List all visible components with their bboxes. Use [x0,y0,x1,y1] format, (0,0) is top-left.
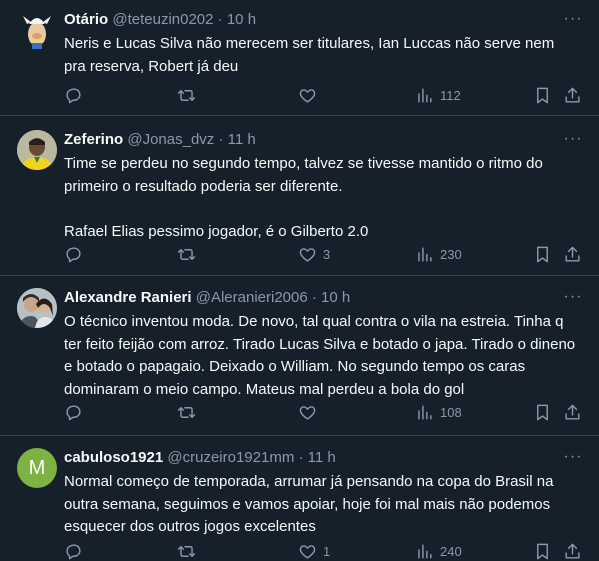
share-icon [565,87,580,103]
avatar[interactable] [17,288,57,328]
reply-button[interactable] [64,402,89,422]
view-count: 230 [440,246,462,262]
timestamp[interactable]: 11 h [228,131,256,148]
separator-dot: · [298,449,304,466]
like-button[interactable] [298,85,323,105]
views-button[interactable]: 230 [415,244,462,264]
user-handle[interactable]: @teteuzin0202 [112,11,213,28]
tweet-actions: 108 [64,402,584,422]
tweet[interactable]: M cabuloso1921 @cruzeiro1921mm · 11 h ··… [0,436,599,561]
avatar[interactable]: M [17,448,57,488]
retweet-icon [177,545,196,557]
tweet-header: Alexandre Ranieri @Aleranieri2006 · 10 h [64,288,569,308]
tweet-header: cabuloso1921 @cruzeiro1921mm · 11 h [64,448,569,468]
bookmark-button[interactable] [533,85,552,105]
bookmark-icon [537,246,548,262]
views-button[interactable]: 108 [415,402,462,422]
share-button[interactable] [563,85,582,105]
retweet-icon [177,248,196,260]
analytics-icon [418,246,432,262]
reply-icon [66,404,81,420]
like-count: 1 [323,543,331,559]
couple-photo-icon [17,288,57,328]
user-handle[interactable]: @Jonas_dvz [127,131,214,148]
view-count: 112 [440,87,461,103]
heart-icon [299,247,316,262]
share-icon [565,404,580,420]
more-options-icon[interactable]: ··· [563,289,583,310]
heart-icon [299,544,316,559]
tweet-text: Neris e Lucas Silva não merecem ser titu… [64,35,559,75]
separator-dot: · [217,11,223,28]
user-handle[interactable]: @cruzeiro1921mm [167,449,294,466]
tweet-text: O técnico inventou moda. De novo, tal qu… [64,313,580,398]
timestamp[interactable]: 10 h [227,11,256,28]
reply-icon [66,246,81,262]
analytics-icon [418,87,432,103]
bookmark-icon [537,404,548,420]
tweet[interactable]: Alexandre Ranieri @Aleranieri2006 · 10 h… [0,276,599,436]
like-count: 3 [323,246,331,262]
retweet-icon [177,89,196,101]
views-button[interactable]: 240 [415,541,462,561]
tweet-header: Zeferino @Jonas_dvz · 11 h [64,130,569,150]
tweet-actions: 112 [64,85,584,105]
view-count: 108 [440,404,462,420]
user-handle[interactable]: @Aleranieri2006 [196,289,308,306]
retweet-button[interactable] [177,541,202,561]
cartoon-character-icon [23,16,51,49]
heart-icon [299,88,316,103]
reply-button[interactable] [64,244,89,264]
retweet-button[interactable] [177,85,202,105]
reply-icon [66,87,81,103]
share-button[interactable] [563,244,582,264]
display-name[interactable]: Otário [64,11,108,28]
tweet[interactable]: Zeferino @Jonas_dvz · 11 h ··· Time se p… [0,116,599,276]
share-button[interactable] [563,541,582,561]
tweet-text: Time se perdeu no segundo tempo, talvez … [64,155,543,240]
timestamp[interactable]: 10 h [321,289,350,306]
display-name[interactable]: cabuloso1921 [64,449,163,466]
like-button[interactable] [298,402,323,422]
views-button[interactable]: 112 [415,85,461,105]
avatar-letter: M [28,456,46,479]
person-photo-icon [17,130,57,170]
like-button[interactable]: 1 [298,541,330,561]
bookmark-icon [537,87,548,103]
tweet[interactable]: Otário @teteuzin0202 · 10 h ··· Neris e … [0,0,599,116]
timestamp[interactable]: 11 h [308,449,336,466]
display-name[interactable]: Alexandre Ranieri [64,289,192,306]
view-count: 240 [440,543,462,559]
avatar[interactable] [17,130,57,170]
share-button[interactable] [563,402,582,422]
bookmark-button[interactable] [533,541,552,561]
tweet-actions: 1 240 [64,541,584,561]
reply-button[interactable] [64,541,89,561]
more-options-icon[interactable]: ··· [563,131,583,152]
retweet-icon [177,406,196,418]
analytics-icon [418,543,432,559]
heart-icon [299,405,316,420]
reply-button[interactable] [64,85,89,105]
share-icon [565,246,580,262]
analytics-icon [418,404,432,420]
bookmark-button[interactable] [533,402,552,422]
tweet-header: Otário @teteuzin0202 · 10 h [64,10,569,30]
bookmark-icon [537,543,548,559]
avatar[interactable] [17,10,57,50]
bookmark-button[interactable] [533,244,552,264]
tweet-text: Normal começo de temporada, arrumar já p… [64,473,558,535]
more-options-icon[interactable]: ··· [563,449,583,470]
separator-dot: · [218,131,224,148]
retweet-button[interactable] [177,244,202,264]
tweet-actions: 3 230 [64,244,584,264]
display-name[interactable]: Zeferino [64,131,123,148]
reply-icon [66,543,81,559]
like-button[interactable]: 3 [298,244,330,264]
share-icon [565,543,580,559]
retweet-button[interactable] [177,402,202,422]
separator-dot: · [311,289,317,306]
more-options-icon[interactable]: ··· [563,11,583,32]
